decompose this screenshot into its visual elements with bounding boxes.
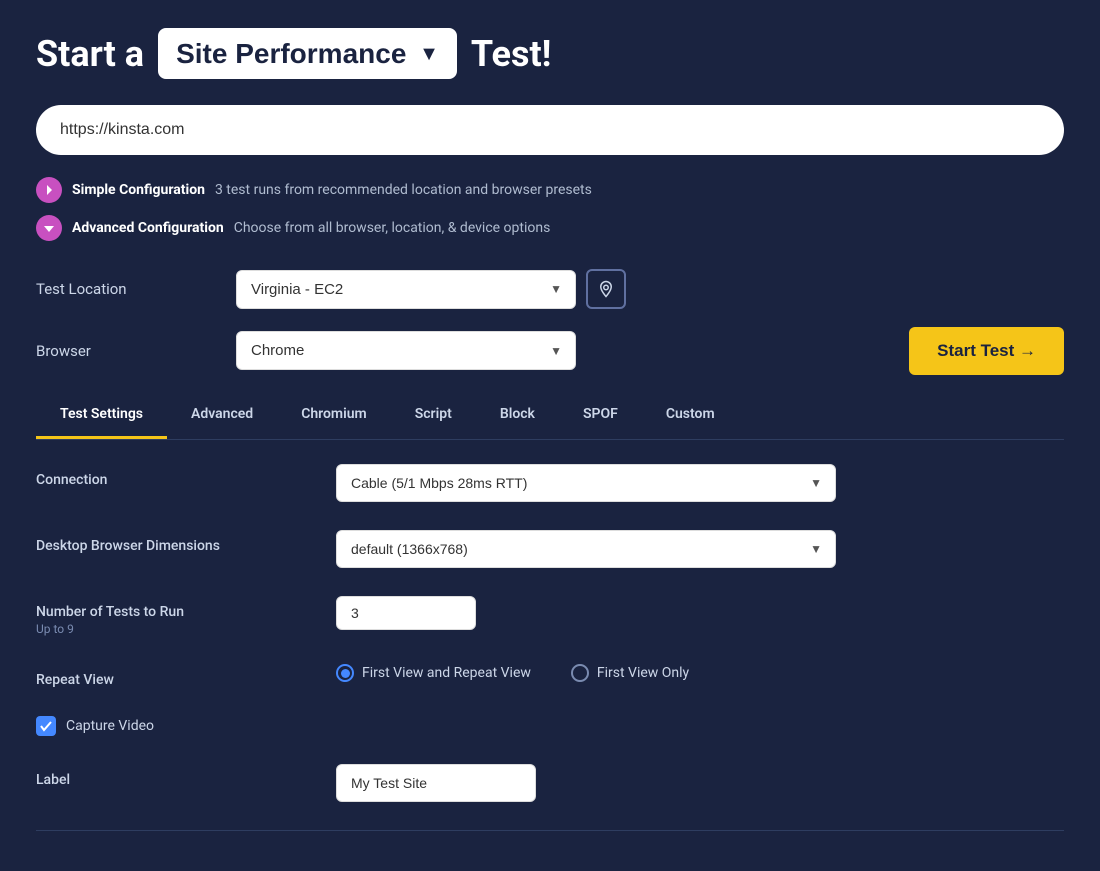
location-pin-button[interactable] (586, 269, 626, 309)
tabs-container: Test Settings Advanced Chromium Script B… (36, 392, 1064, 440)
repeat-view-label-col: Repeat View (36, 664, 316, 688)
simple-config-label: Simple Configuration (72, 182, 205, 198)
num-tests-control (336, 596, 1064, 630)
dropdown-arrow-icon: ▼ (419, 41, 439, 66)
capture-video-row: Capture Video (36, 716, 1064, 736)
browser-row: Browser Chrome Firefox Safari Edge ▼ Sta… (36, 331, 1064, 370)
tab-script[interactable]: Script (391, 392, 476, 439)
repeat-view-option1[interactable]: First View and Repeat View (336, 664, 531, 682)
advanced-config-row: Advanced Configuration Choose from all b… (36, 215, 1064, 241)
start-test-button[interactable]: Start Test → (909, 327, 1064, 375)
repeat-view-option2-label: First View Only (597, 665, 689, 681)
test-type-dropdown[interactable]: Site Performance Page Speed Uptime ▼ (158, 28, 457, 79)
location-pin-icon (597, 280, 615, 298)
simple-config-row: Simple Configuration 3 test runs from re… (36, 177, 1064, 203)
bottom-divider (36, 830, 1064, 831)
test-location-select[interactable]: Virginia - EC2 California London Tokyo (236, 270, 576, 309)
capture-video-label: Capture Video (66, 718, 154, 734)
browser-label: Browser (36, 342, 216, 360)
chevron-right-icon (42, 183, 56, 197)
repeat-view-label: Repeat View (36, 672, 316, 688)
repeat-view-radio2-indicator (571, 664, 589, 682)
header-test-text: Test! (471, 33, 552, 75)
num-tests-label-col: Number of Tests to Run Up to 9 (36, 596, 316, 636)
browser-select[interactable]: Chrome Firefox Safari Edge (236, 331, 576, 370)
label-control (336, 764, 1064, 802)
label-label-col: Label (36, 764, 316, 788)
connection-row: Connection Cable (5/1 Mbps 28ms RTT) DSL… (36, 464, 1064, 502)
desktop-dimensions-label-col: Desktop Browser Dimensions (36, 530, 316, 554)
connection-select-wrapper: Cable (5/1 Mbps 28ms RTT) DSL 3G 4G LTE … (336, 464, 836, 502)
tab-spof[interactable]: SPOF (559, 392, 642, 439)
advanced-config-description: Choose from all browser, location, & dev… (234, 220, 551, 236)
checkmark-icon (40, 720, 52, 732)
test-location-label: Test Location (36, 280, 216, 298)
label-label: Label (36, 772, 316, 788)
num-tests-input[interactable] (336, 596, 476, 630)
test-type-select[interactable]: Site Performance Page Speed Uptime (176, 38, 407, 69)
repeat-view-row: Repeat View First View and Repeat View F… (36, 664, 1064, 688)
page-header: Start a Site Performance Page Speed Upti… (36, 28, 1064, 79)
num-tests-row: Number of Tests to Run Up to 9 (36, 596, 1064, 636)
advanced-config-label: Advanced Configuration (72, 220, 224, 236)
desktop-dimensions-label: Desktop Browser Dimensions (36, 538, 316, 554)
connection-label: Connection (36, 472, 316, 488)
tab-block[interactable]: Block (476, 392, 559, 439)
simple-config-toggle[interactable] (36, 177, 62, 203)
form-section: Test Location Virginia - EC2 California … (36, 269, 1064, 370)
label-input[interactable] (336, 764, 536, 802)
connection-select[interactable]: Cable (5/1 Mbps 28ms RTT) DSL 3G 4G LTE (336, 464, 836, 502)
tab-content-test-settings: Connection Cable (5/1 Mbps 28ms RTT) DSL… (36, 440, 1064, 802)
desktop-dimensions-select[interactable]: default (1366x768) 1920x1080 1280x800 (336, 530, 836, 568)
desktop-dimensions-select-wrapper: default (1366x768) 1920x1080 1280x800 ▼ (336, 530, 836, 568)
advanced-config-toggle[interactable] (36, 215, 62, 241)
num-tests-label: Number of Tests to Run (36, 604, 316, 620)
repeat-view-radio1-indicator (336, 664, 354, 682)
browser-select-wrapper: Chrome Firefox Safari Edge ▼ (236, 331, 576, 370)
repeat-view-option2[interactable]: First View Only (571, 664, 689, 682)
config-options: Simple Configuration 3 test runs from re… (36, 177, 1064, 241)
tab-custom[interactable]: Custom (642, 392, 739, 439)
desktop-dimensions-control: default (1366x768) 1920x1080 1280x800 ▼ (336, 530, 1064, 568)
header-start-text: Start a (36, 33, 144, 75)
connection-control: Cable (5/1 Mbps 28ms RTT) DSL 3G 4G LTE … (336, 464, 1064, 502)
test-location-row: Test Location Virginia - EC2 California … (36, 269, 1064, 309)
desktop-dimensions-row: Desktop Browser Dimensions default (1366… (36, 530, 1064, 568)
num-tests-sublabel: Up to 9 (36, 622, 316, 636)
tab-test-settings[interactable]: Test Settings (36, 392, 167, 439)
label-row: Label (36, 764, 1064, 802)
test-location-select-wrapper: Virginia - EC2 California London Tokyo ▼ (236, 269, 626, 309)
url-input-container (36, 105, 1064, 155)
chevron-down-icon (42, 221, 56, 235)
connection-label-col: Connection (36, 464, 316, 488)
repeat-view-radio-group: First View and Repeat View First View On… (336, 664, 1064, 682)
tabs-row: Test Settings Advanced Chromium Script B… (36, 392, 1064, 439)
url-input[interactable] (36, 105, 1064, 155)
repeat-view-control: First View and Repeat View First View On… (336, 664, 1064, 682)
repeat-view-option1-label: First View and Repeat View (362, 665, 531, 681)
simple-config-description: 3 test runs from recommended location an… (215, 182, 592, 198)
tab-advanced[interactable]: Advanced (167, 392, 277, 439)
capture-video-checkbox[interactable] (36, 716, 56, 736)
tab-chromium[interactable]: Chromium (277, 392, 391, 439)
